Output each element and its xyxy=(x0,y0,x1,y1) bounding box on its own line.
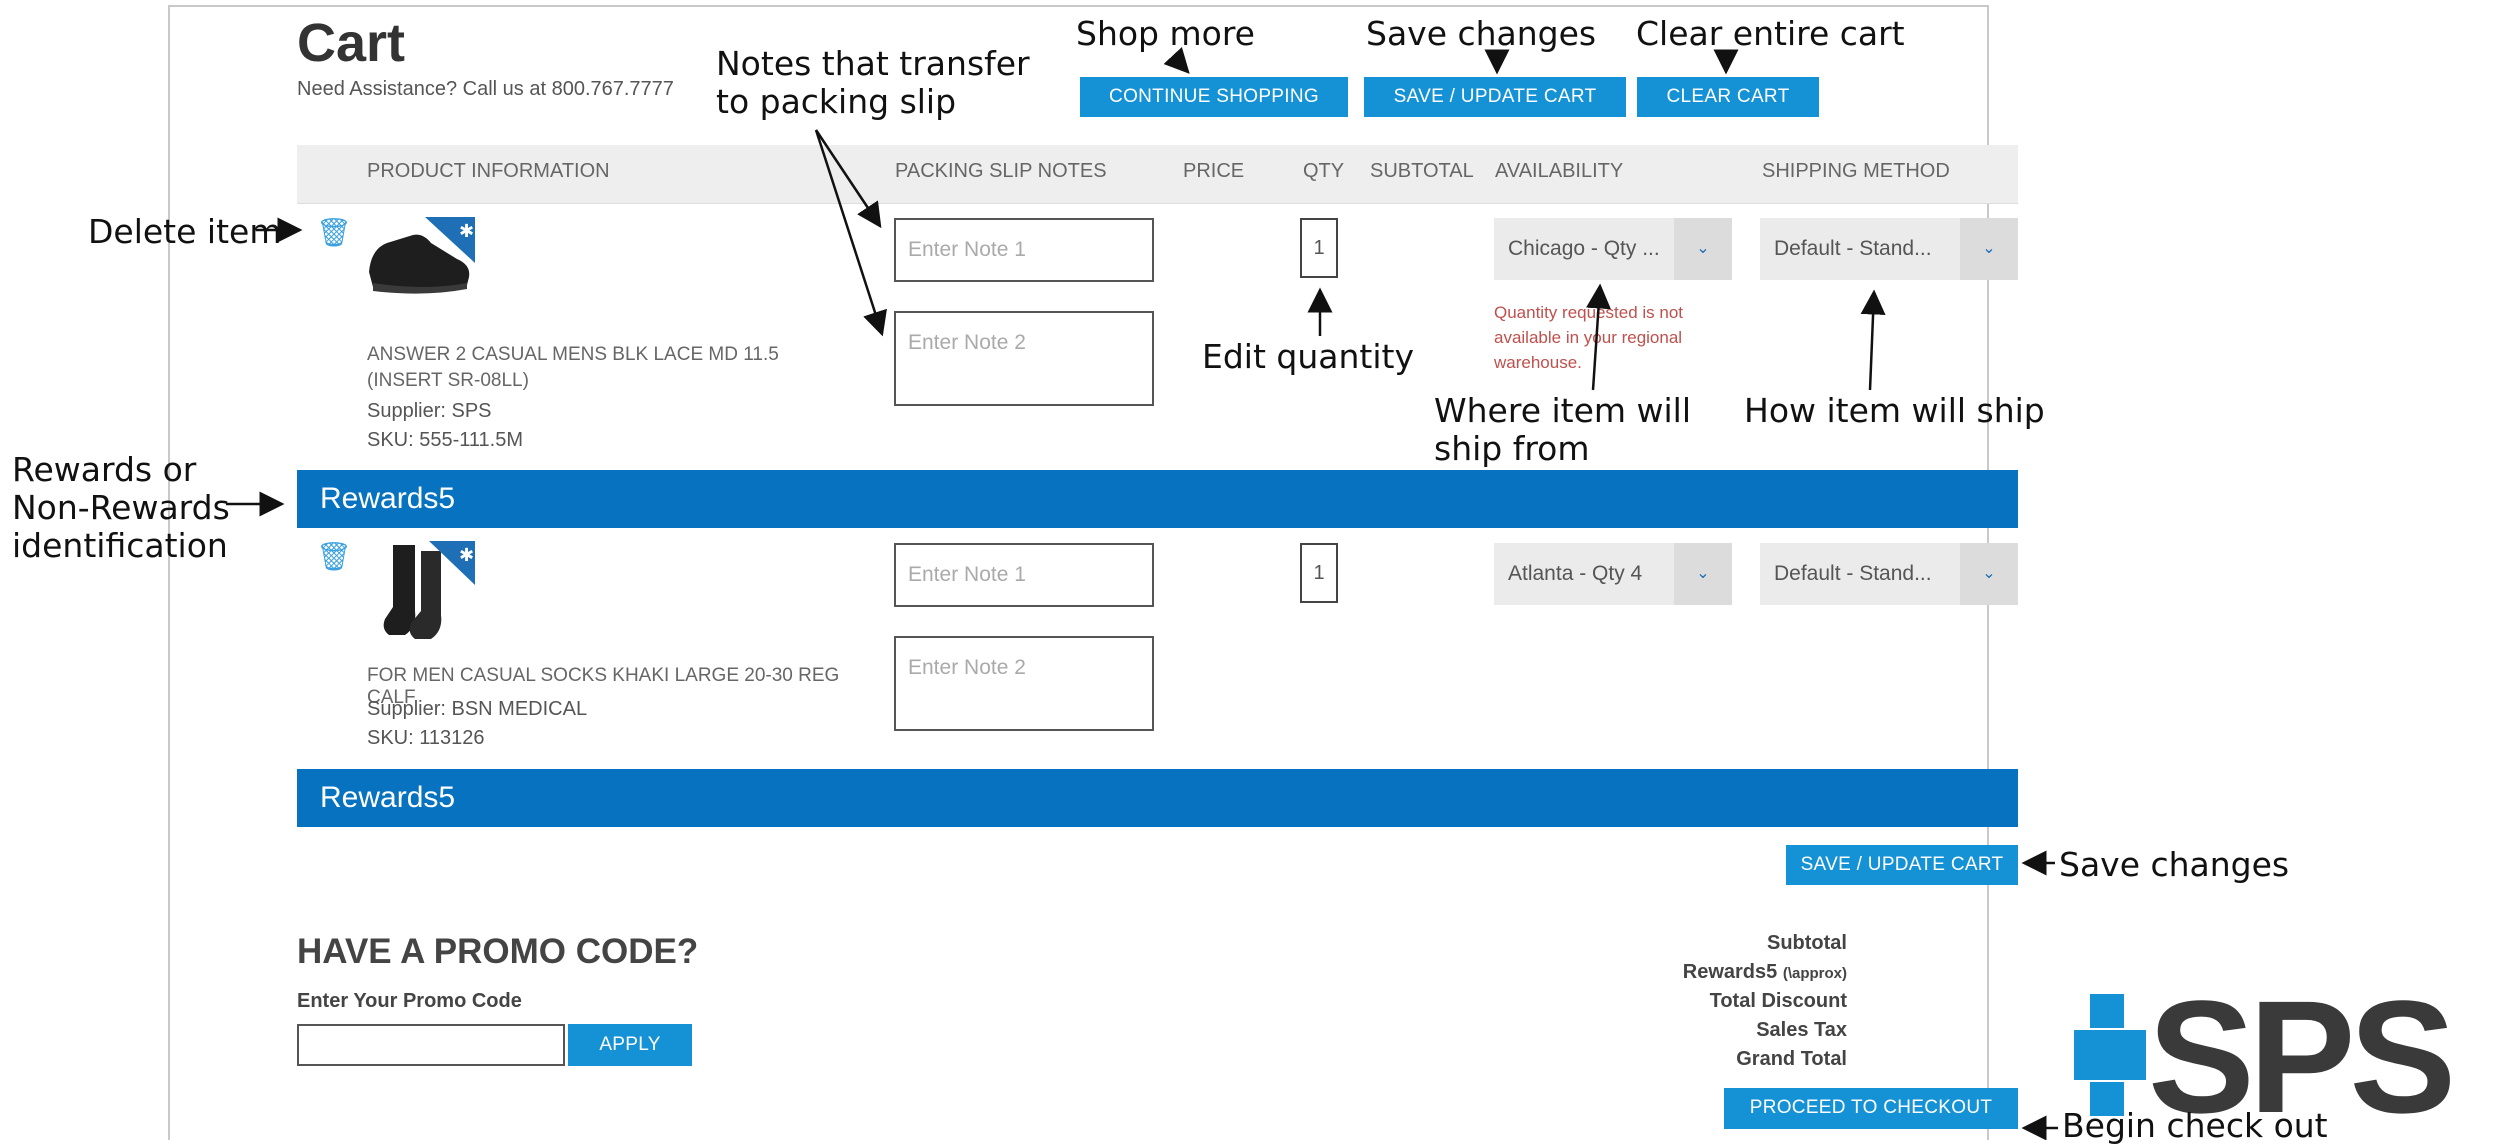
arrow-how-ship xyxy=(1860,289,1886,391)
arrow-ship-from xyxy=(1586,283,1611,391)
arrow-notes-1 xyxy=(814,129,882,229)
arrow-notes-2 xyxy=(814,129,887,337)
annotation-arrows xyxy=(226,47,2058,1140)
arrow-shop-more xyxy=(1163,47,1190,74)
